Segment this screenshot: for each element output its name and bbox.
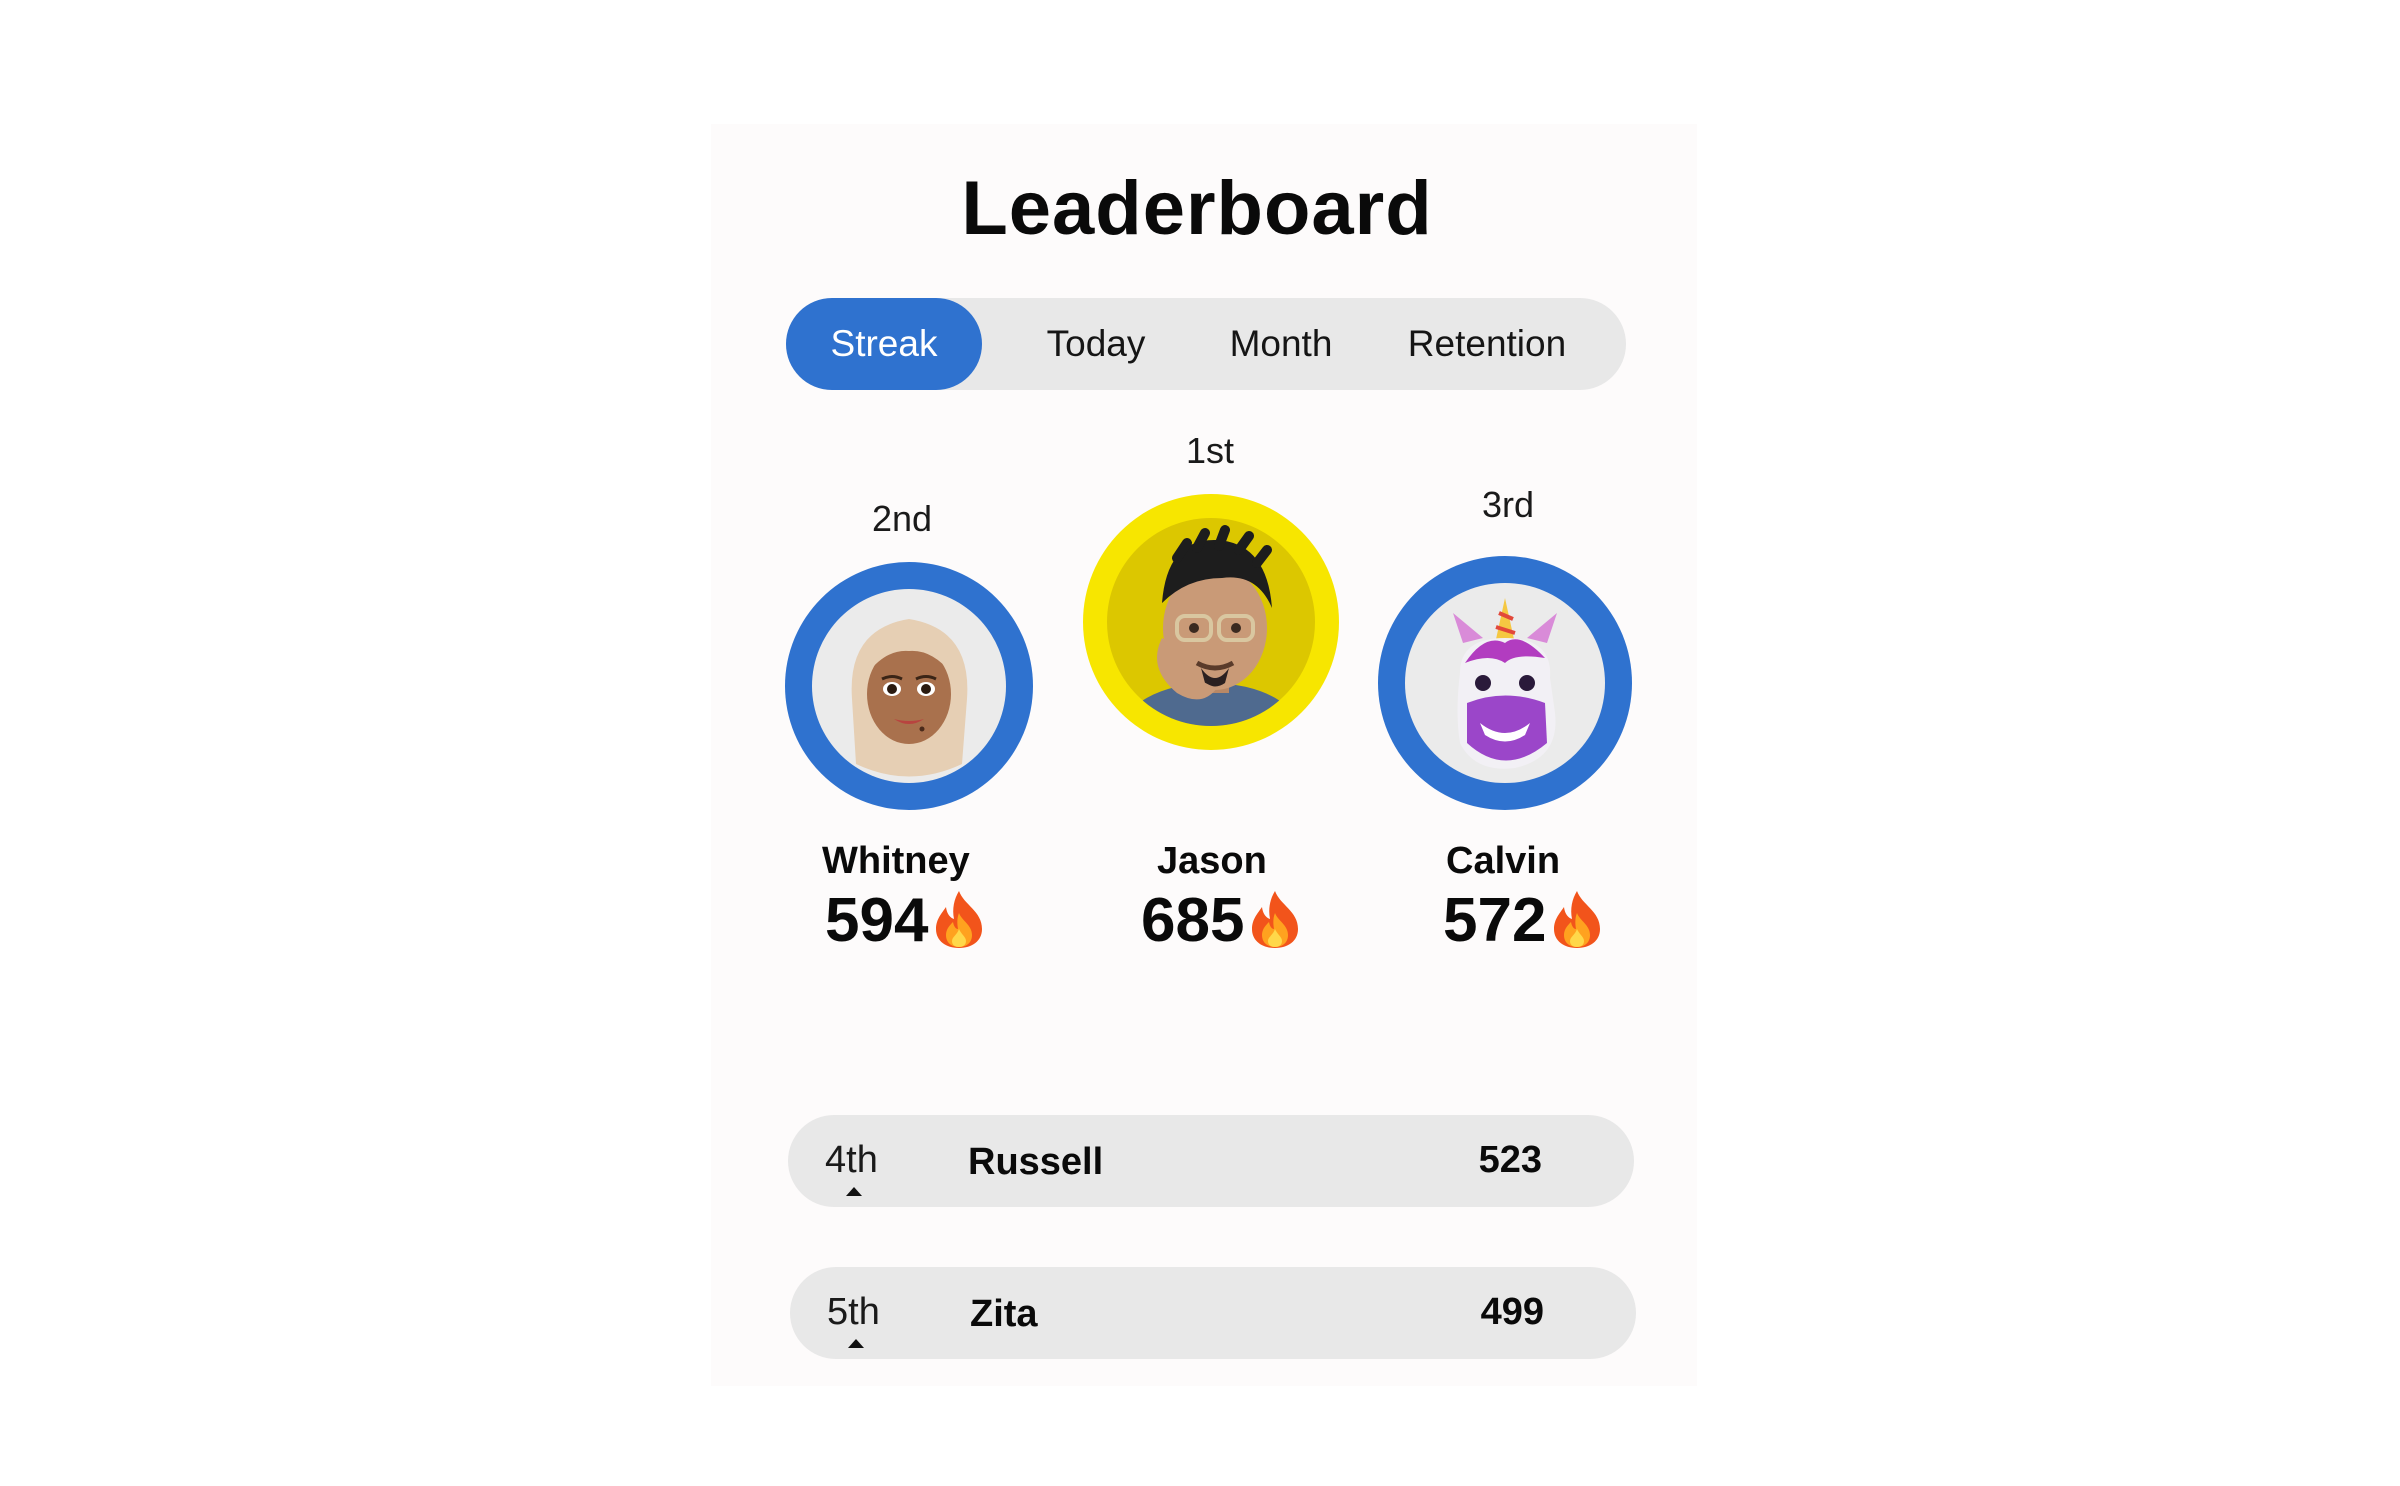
- score-value: 594: [825, 886, 929, 955]
- score-value: 685: [1141, 886, 1245, 955]
- list-item[interactable]: 4th Russell 523: [788, 1115, 1634, 1207]
- tab-today[interactable]: Today: [996, 298, 1196, 390]
- avatar-second[interactable]: [785, 562, 1033, 810]
- tab-streak[interactable]: Streak: [786, 298, 982, 390]
- player-score-first: 685: [1141, 885, 1441, 964]
- player-name-third: Calvin: [1446, 840, 1561, 882]
- rank-label-first: 1st: [1185, 430, 1235, 471]
- rank-label-third: 3rd: [1481, 484, 1535, 525]
- player-name: Russell: [968, 1141, 1104, 1183]
- fire-icon: [932, 889, 986, 964]
- list-item[interactable]: 5th Zita 499: [790, 1267, 1636, 1359]
- memoji-man-icon: [1107, 518, 1315, 726]
- fire-icon: [1550, 889, 1604, 964]
- up-arrow-icon: [846, 1187, 862, 1196]
- fire-icon: [1248, 889, 1302, 964]
- tab-month[interactable]: Month: [1186, 298, 1376, 390]
- rank-label: 4th: [825, 1139, 878, 1181]
- page-title: Leaderboard: [961, 166, 1433, 251]
- score-value: 572: [1443, 886, 1547, 955]
- avatar-third[interactable]: [1378, 556, 1632, 810]
- rank-label-second: 2nd: [871, 498, 933, 539]
- up-arrow-icon: [848, 1339, 864, 1348]
- player-score: 499: [1480, 1291, 1544, 1333]
- player-score: 523: [1478, 1139, 1542, 1181]
- player-score-second: 594: [825, 885, 1125, 964]
- unicorn-memoji-icon: [1405, 583, 1605, 783]
- player-name-first: Jason: [1157, 840, 1267, 882]
- tab-bar: Streak Today Month Retention: [786, 298, 1626, 390]
- player-name-second: Whitney: [822, 840, 970, 882]
- player-score-third: 572: [1443, 885, 1743, 964]
- avatar-first[interactable]: [1083, 494, 1339, 750]
- player-name: Zita: [970, 1293, 1038, 1335]
- memoji-woman-hijab-icon: [812, 589, 1006, 783]
- rank-label: 5th: [827, 1291, 880, 1333]
- tab-retention[interactable]: Retention: [1376, 298, 1598, 390]
